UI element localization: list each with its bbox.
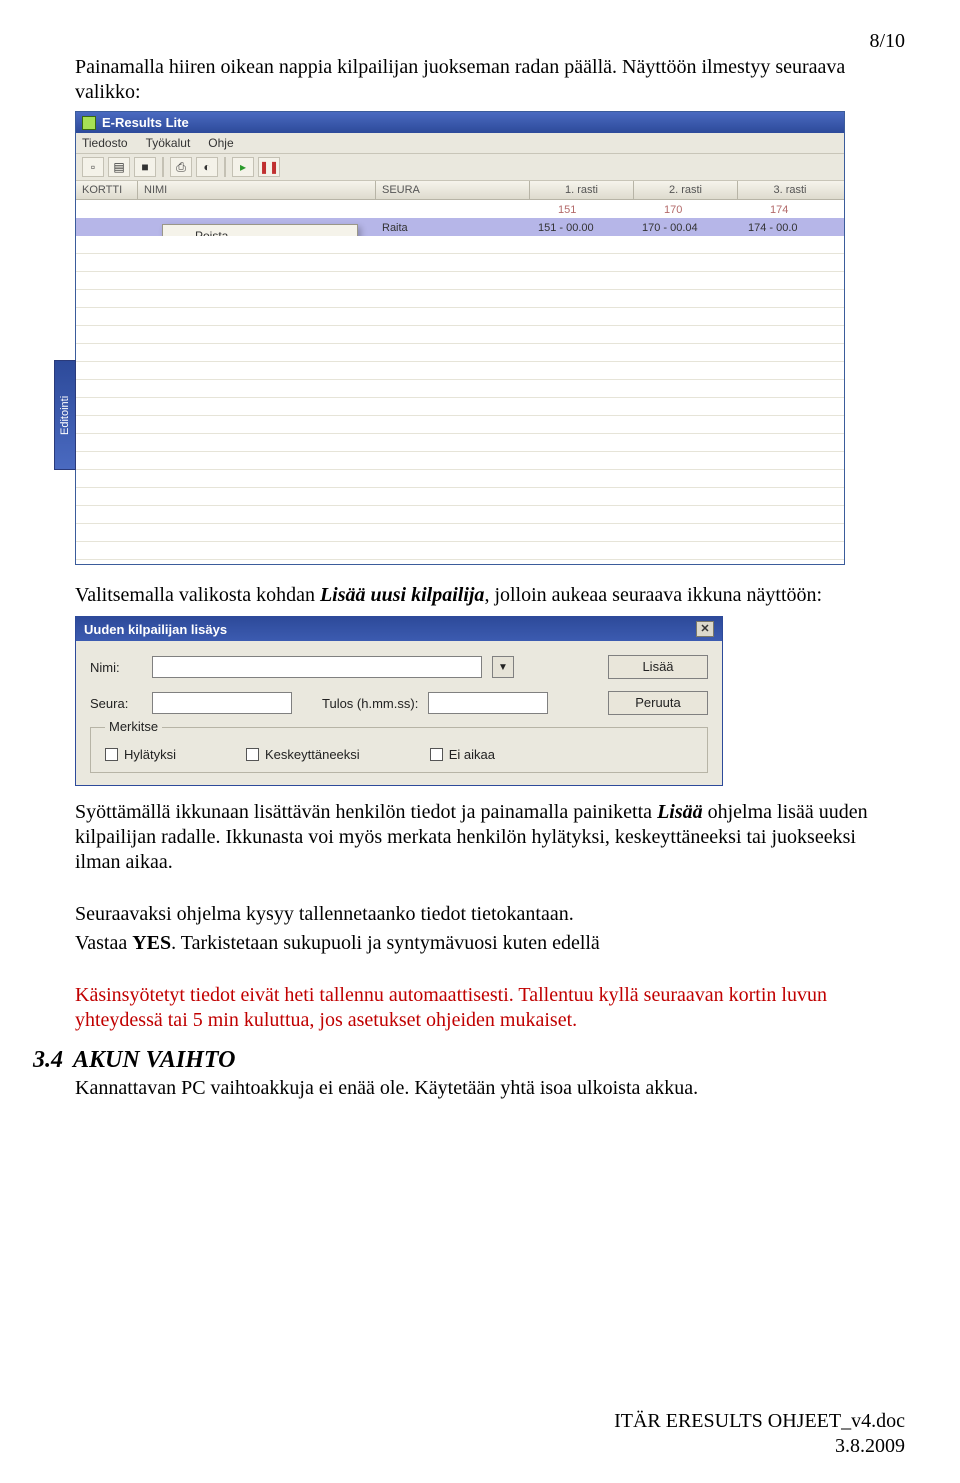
tb-print-icon[interactable]: ⎙ — [170, 157, 192, 177]
col-nimi[interactable]: NIMI — [138, 181, 376, 199]
cb-eiaikaa[interactable]: Ei aikaa — [430, 747, 495, 762]
section-3-4-heading: 3.4 AKUN VAIHTO — [33, 1047, 905, 1074]
footer: ITÄR ERESULTS OHJEET_v4.doc 3.8.2009 — [614, 1409, 905, 1459]
tb-chart-icon[interactable]: ◐ — [196, 157, 218, 177]
col-seura[interactable]: SEURA — [376, 181, 530, 199]
col-rasti2[interactable]: 2. rasti — [634, 181, 738, 199]
ctx-rename[interactable]: aⁱ Nimeä uudelleen — [163, 271, 357, 294]
col-rasti1[interactable]: 1. rasti — [530, 181, 634, 199]
checkbox-icon[interactable] — [105, 748, 118, 761]
ctx-add-competitor-label: Lisää uusi kilpailija — [195, 298, 294, 312]
sel-r2: 170 - 00.04 — [638, 220, 702, 236]
cancel-button[interactable]: Peruuta — [608, 691, 708, 715]
label-seura: Seura: — [90, 696, 142, 711]
plus-icon: + — [171, 252, 187, 266]
row0-r1: 151 — [554, 202, 580, 218]
ctx-add-course-label: Lisää uusi rata — [195, 252, 273, 266]
footer-file: ITÄR ERESULTS OHJEET_v4.doc — [614, 1409, 905, 1434]
section-title: AKUN VAIHTO — [73, 1047, 235, 1074]
cb-eiaika-label: Ei aikaa — [449, 747, 495, 762]
sort-icon: ⇅ — [171, 321, 187, 335]
after-dialog-p2: Seuraavaksi ohjelma kysyy tallennetaanko… — [75, 902, 905, 927]
cb-hylatyksi-label: Hylätyksi — [124, 747, 176, 762]
window-title: E-Results Lite — [102, 115, 189, 130]
mid-text: Valitsemalla valikosta kohdan Lisää uusi… — [75, 583, 905, 608]
ctx-sort[interactable]: ⇅ Järjestä radan kilpailijat — [163, 317, 357, 339]
after-dialog-p1: Syöttämällä ikkunaan lisättävän henkilön… — [75, 800, 905, 875]
grid-body: Editointi - C 3 km ✦ 54 151 170 174 Rait… — [76, 200, 844, 564]
close-icon[interactable]: ✕ — [696, 621, 714, 637]
tb-pause-icon[interactable]: ❚❚ — [258, 157, 280, 177]
menubar: Tiedosto Työkalut Ohje — [76, 133, 844, 154]
rename-icon: aⁱ — [171, 275, 187, 289]
tb-sep — [162, 157, 164, 177]
input-nimi[interactable] — [152, 656, 482, 678]
ctx-delete-label: Poista — [195, 229, 228, 243]
after-dialog-p3: Vastaa YES. Tarkistetaan sukupuoli ja sy… — [75, 931, 905, 956]
cb-keskeyttaneeksi[interactable]: Keskeyttäneeksi — [246, 747, 360, 762]
merkitse-fieldset: Merkitse Hylätyksi Keskeyttäneeksi Ei ai… — [90, 727, 708, 773]
input-seura[interactable] — [152, 692, 292, 714]
sel-r1: 151 - 00.00 — [534, 220, 598, 236]
tb-save-icon[interactable]: ■ — [134, 157, 156, 177]
tb-open-icon[interactable]: ▤ — [108, 157, 130, 177]
editointi-tab[interactable]: Editointi — [54, 360, 76, 470]
col-rasti3[interactable]: 3. rasti — [738, 181, 842, 199]
footer-date: 3.8.2009 — [614, 1434, 905, 1459]
tb-new-icon[interactable]: ▫ — [82, 157, 104, 177]
input-tulos[interactable] — [428, 692, 548, 714]
column-headers: KORTTI NIMI SEURA 1. rasti 2. rasti 3. r… — [76, 181, 844, 200]
row0-r2: 170 — [660, 202, 686, 218]
context-menu: — Poista + Lisää uusi rata aⁱ Nimeä uude… — [162, 224, 358, 340]
window-titlebar: E-Results Lite — [76, 112, 844, 133]
ctx-rename-label: Nimeä uudelleen — [195, 275, 285, 289]
tree-panel: - C 3 km ✦ 54 — [76, 200, 138, 564]
minus-icon: — — [171, 229, 187, 243]
add-runner-icon: ✦ — [171, 298, 187, 312]
tb-play-icon[interactable]: ▸ — [232, 157, 254, 177]
col-kortti[interactable]: KORTTI — [76, 181, 138, 199]
toolbar: ▫ ▤ ■ ⎙ ◐ ▸ ❚❚ — [76, 154, 844, 181]
ctx-add-competitor[interactable]: ✦ Lisää uusi kilpailija — [163, 294, 357, 317]
nimi-dropdown-icon[interactable]: ▼ — [492, 656, 514, 678]
menu-file[interactable]: Tiedosto — [82, 136, 128, 150]
checkbox-icon[interactable] — [246, 748, 259, 761]
sel-r3: 174 - 00.0 — [744, 220, 802, 236]
ctx-add-course[interactable]: + Lisää uusi rata — [163, 248, 357, 271]
intro-text: Painamalla hiiren oikean nappia kilpaili… — [75, 55, 905, 105]
warning-text: Käsinsyötetyt tiedot eivät heti tallennu… — [75, 983, 905, 1033]
section-num: 3.4 — [33, 1047, 63, 1074]
page-number: 8/10 — [75, 30, 905, 53]
tb-sep — [224, 157, 226, 177]
fieldset-legend: Merkitse — [105, 719, 162, 734]
grid-row-0 — [76, 200, 844, 218]
row0-r3: 174 — [766, 202, 792, 218]
add-button[interactable]: Lisää — [608, 655, 708, 679]
label-nimi: Nimi: — [90, 660, 142, 675]
ctx-delete[interactable]: — Poista — [163, 225, 357, 248]
checkbox-icon[interactable] — [430, 748, 443, 761]
cb-hylatyksi[interactable]: Hylätyksi — [105, 747, 176, 762]
cb-kesk-label: Keskeyttäneeksi — [265, 747, 360, 762]
section-3-4-body: Kannattavan PC vaihtoakkuja ei enää ole.… — [75, 1076, 905, 1101]
eresults-window: E-Results Lite Tiedosto Työkalut Ohje ▫ … — [75, 111, 845, 565]
sel-raita: Raita — [378, 220, 412, 236]
menu-help[interactable]: Ohje — [208, 136, 233, 150]
dialog-title: Uuden kilpailijan lisäys — [84, 622, 227, 637]
dialog-titlebar: Uuden kilpailijan lisäys ✕ — [76, 617, 722, 641]
ctx-sort-label: Järjestä radan kilpailijat — [195, 321, 320, 335]
add-competitor-dialog: Uuden kilpailijan lisäys ✕ Nimi: ▼ Lisää… — [75, 616, 723, 786]
app-icon — [82, 116, 96, 130]
label-tulos: Tulos (h.mm.ss): — [322, 696, 418, 711]
menu-tools[interactable]: Työkalut — [146, 136, 191, 150]
